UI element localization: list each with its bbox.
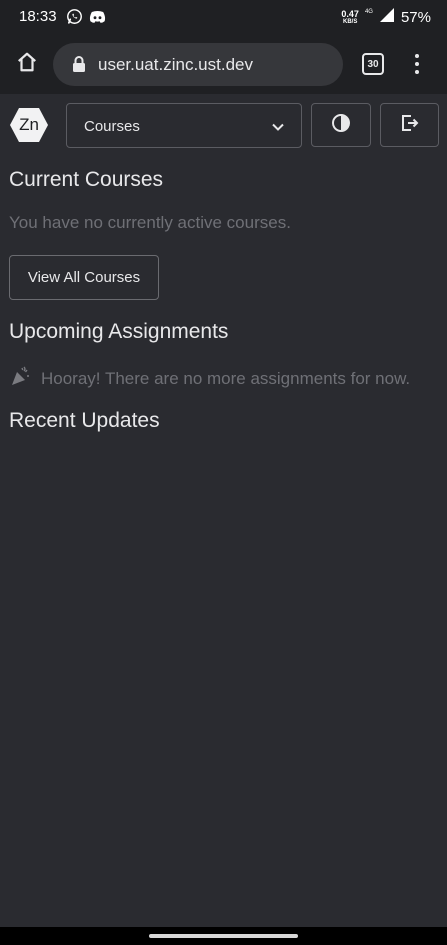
network-type: 4G [364,8,373,15]
home-icon [16,51,38,78]
recent-updates-title: Recent Updates [9,409,160,432]
net-speed: 0.47 KB/S [341,8,359,26]
tab-count: 30 [367,58,379,70]
signal-icon [379,7,395,28]
contrast-icon [331,113,351,138]
no-courses-message: You have no currently active courses. [9,213,291,232]
chevron-down-icon [271,120,285,139]
status-bar: 18:33 0.47 KB/S 4G 57% [0,0,447,34]
upcoming-assignments-title: Upcoming Assignments [9,320,229,343]
url-text: user.uat.zinc.ust.dev [98,55,253,74]
no-assignments-message: Hooray! There are no more assignments fo… [10,365,410,392]
courses-dropdown[interactable]: Courses [66,103,302,148]
app-header: Zn Courses [0,94,447,156]
tab-switcher-button[interactable]: 30 [362,53,384,75]
overflow-menu-icon[interactable] [407,52,427,76]
net-speed-value: 0.47 [341,8,359,19]
logout-button[interactable] [380,103,439,147]
battery-percentage: 57% [400,9,431,26]
logout-icon [400,113,420,138]
discord-icon [89,10,106,29]
status-right: 0.47 KB/S 4G 57% [341,7,431,28]
logo-text: Zn [19,115,39,134]
status-time: 18:33 [19,8,57,25]
notification-icons [66,8,106,30]
view-all-courses-button[interactable]: View All Courses [9,255,159,300]
browser-toolbar: user.uat.zinc.ust.dev 30 [0,34,447,94]
system-nav-bar [0,927,447,945]
address-bar[interactable]: user.uat.zinc.ust.dev [53,43,343,86]
lock-icon [72,56,86,78]
gesture-handle[interactable] [149,934,298,938]
hooray-text: Hooray! There are no more assignments fo… [41,368,411,388]
zinc-logo[interactable]: Zn [9,107,49,143]
whatsapp-icon [66,8,83,30]
theme-toggle-button[interactable] [311,103,371,147]
home-button[interactable] [14,51,40,77]
party-popper-icon [10,365,32,392]
courses-dropdown-value: Courses [84,118,140,135]
net-speed-unit: KB/S [343,18,358,25]
current-courses-title: Current Courses [9,168,164,191]
